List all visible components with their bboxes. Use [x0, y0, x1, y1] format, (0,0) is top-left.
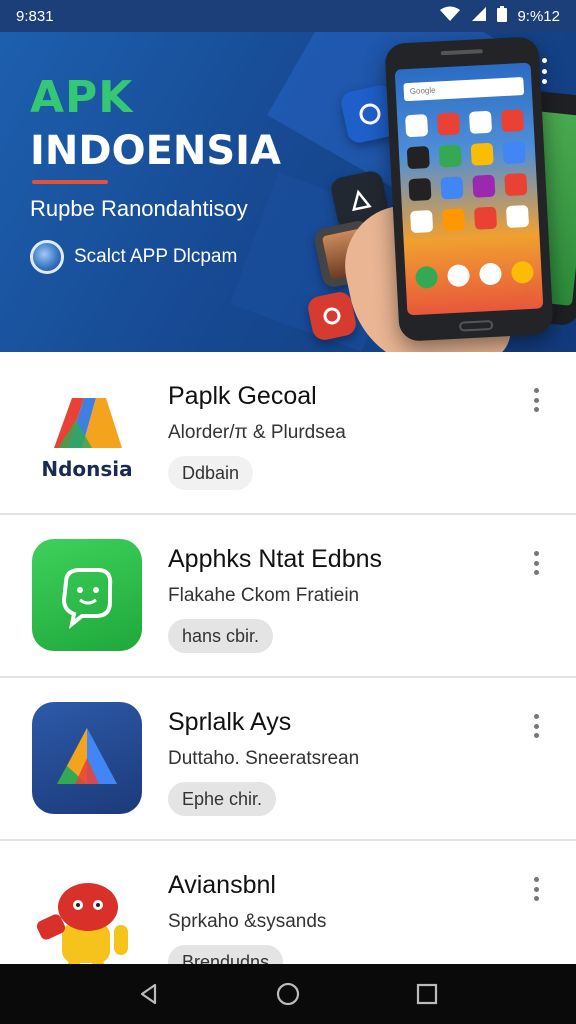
hero-subtitle: Rupbe Ranondahtisoy: [30, 196, 248, 221]
phone-app-grid: [405, 109, 530, 234]
globe-icon: [30, 240, 64, 274]
signal-icon: [471, 6, 487, 26]
list-item[interactable]: Sprlalk Ays Duttaho. Sneeratsrean Ephe c…: [0, 678, 576, 841]
app-name: Paplk Gecoal: [168, 382, 317, 410]
app-name: Aviansbnl: [168, 871, 276, 899]
app-list: Ndonsia Paplk Gecoal Alorder/π & Plurdse…: [0, 352, 576, 964]
app-chip[interactable]: Brendudns: [168, 945, 284, 964]
app-store-screen: 9:831 9:%12 Google APK INDOENSIA Rupbe R…: [0, 0, 576, 1024]
app-description: Duttaho. Sneeratsrean: [168, 748, 360, 769]
more-options-icon[interactable]: [530, 714, 542, 738]
phone-dock: [415, 260, 534, 289]
triangle-logo-icon: [32, 702, 142, 814]
battery-icon: [497, 6, 508, 26]
status-clock-right: 9:%12: [517, 7, 560, 25]
more-options-icon[interactable]: [530, 388, 542, 412]
list-item[interactable]: Apphks Ntat Edbns Flakahe Ckom Fratiein …: [0, 515, 576, 678]
wifi-icon: [439, 6, 461, 26]
app-description: Alorder/π & Plurdsea: [168, 422, 346, 443]
list-item[interactable]: Aviansbnl Sprkaho &sysands Brendudns: [0, 841, 576, 964]
app-chip[interactable]: Ephe chir.: [168, 782, 277, 816]
system-nav-bar: [0, 964, 576, 1024]
app-chip[interactable]: hans cbir.: [168, 619, 274, 653]
hero-title-indonesia: INDOENSIA: [30, 128, 282, 174]
app-name: Apphks Ntat Edbns: [168, 545, 383, 573]
hero-badge[interactable]: Scalct APP Dlcpam: [30, 240, 237, 274]
ndonesia-logo-icon: Ndonsia: [32, 376, 142, 488]
hero-badge-label: Scalct APP Dlcpam: [74, 246, 238, 267]
hero-banner[interactable]: Google APK INDOENSIA Rupbe Ranondahtisoy…: [0, 32, 576, 352]
phone-search-bar: Google: [403, 77, 525, 102]
hero-underline: [32, 180, 108, 184]
app-description: Sprkaho &sysands: [168, 911, 327, 932]
list-item[interactable]: Ndonsia Paplk Gecoal Alorder/π & Plurdse…: [0, 352, 576, 515]
phone-illustration: Google: [384, 36, 554, 342]
app-name: Sprlalk Ays: [168, 708, 292, 736]
ndonesia-logo-text: Ndonsia: [41, 457, 132, 481]
status-bar: 9:831 9:%12: [0, 0, 576, 32]
more-options-icon[interactable]: [530, 551, 542, 575]
status-icons: 9:%12: [439, 6, 560, 26]
overflow-menu-icon[interactable]: [534, 56, 554, 86]
green-robot-icon: [32, 539, 142, 651]
back-icon[interactable]: [127, 972, 171, 1016]
status-time: 9:831: [16, 7, 54, 25]
recents-icon[interactable]: [405, 972, 449, 1016]
hero-title-apk: APK: [30, 72, 134, 123]
home-icon[interactable]: [266, 972, 310, 1016]
app-chip[interactable]: Ddbain: [168, 456, 254, 490]
red-robot-mascot-icon: [32, 865, 142, 964]
app-description: Flakahe Ckom Fratiein: [168, 585, 360, 606]
more-options-icon[interactable]: [530, 877, 542, 901]
